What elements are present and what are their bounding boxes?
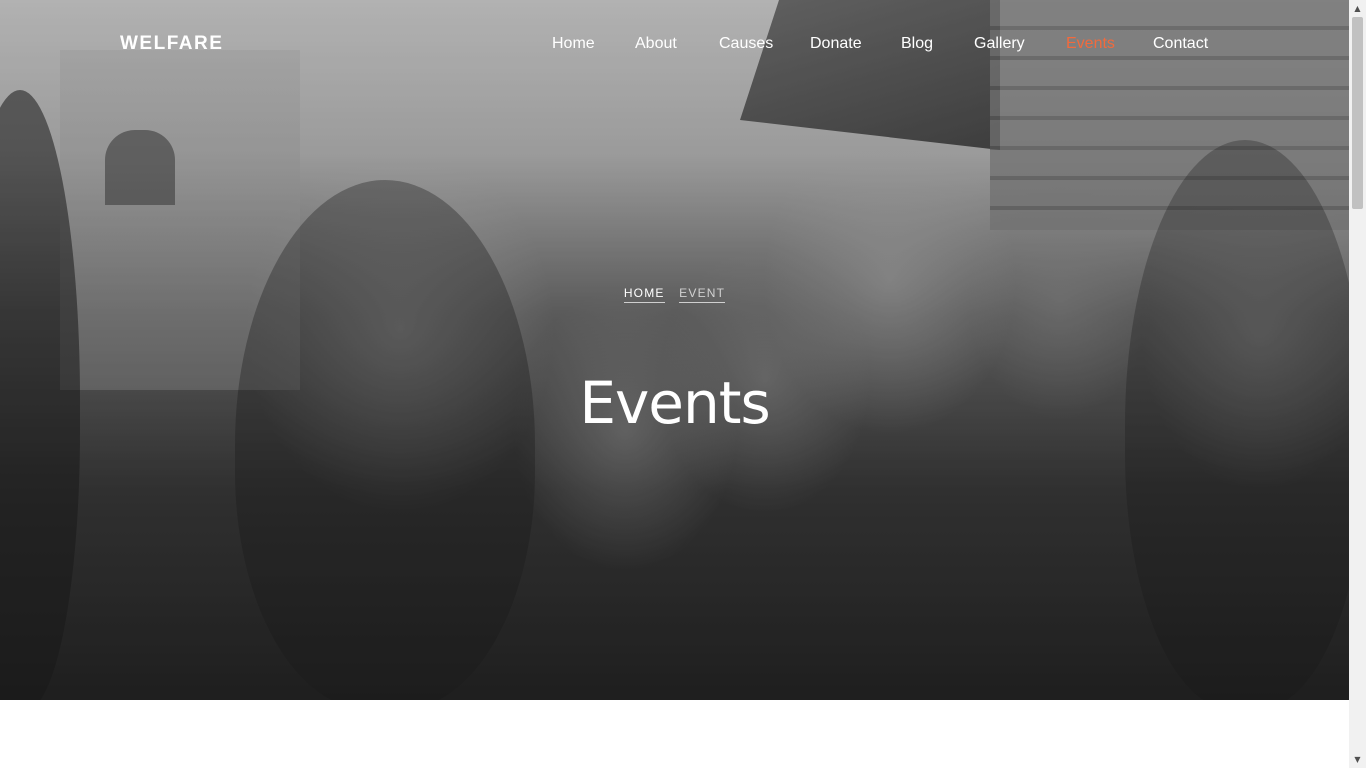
nav-item-donate[interactable]: Donate [810,35,862,53]
breadcrumb-home-link[interactable]: HOME [623,286,665,303]
nav-item-causes[interactable]: Causes [719,35,773,53]
scrollbar-thumb[interactable] [1352,17,1363,209]
nav-item-gallery[interactable]: Gallery [974,35,1025,53]
nav-item-events[interactable]: Events [1066,35,1115,53]
page-title: Events [579,368,770,437]
vertical-scrollbar[interactable]: ▲ ▼ [1349,0,1366,768]
hero-banner [0,0,1349,700]
scroll-down-arrow-icon[interactable]: ▼ [1349,751,1366,768]
nav-item-about[interactable]: About [635,35,677,53]
breadcrumb: HOME EVENT [0,286,1349,303]
scroll-up-arrow-icon[interactable]: ▲ [1349,0,1366,17]
main-nav: Home About Causes Donate Blog Gallery Ev… [0,35,1349,57]
nav-item-home[interactable]: Home [552,35,595,53]
nav-item-contact[interactable]: Contact [1153,35,1208,53]
breadcrumb-current: EVENT [679,286,726,303]
nav-item-blog[interactable]: Blog [901,35,933,53]
hero-overlay [0,0,1349,700]
